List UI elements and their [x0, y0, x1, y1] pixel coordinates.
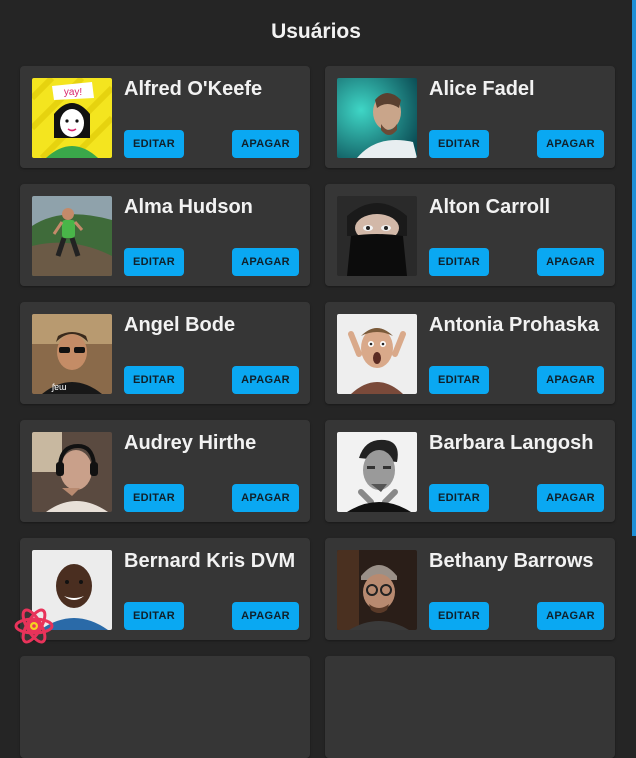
- delete-button[interactable]: APAGAR: [537, 248, 604, 276]
- delete-button[interactable]: APAGAR: [232, 602, 299, 630]
- svg-text:ʃɐɯ: ʃɐɯ: [51, 382, 67, 392]
- edit-button[interactable]: EDITAR: [124, 366, 184, 394]
- user-card: [325, 656, 615, 758]
- user-card: Bernard Kris DVM EDITAR APAGAR: [20, 538, 310, 640]
- user-avatar: [337, 314, 417, 394]
- user-card: Audrey Hirthe EDITAR APAGAR: [20, 420, 310, 522]
- user-card: Barbara Langosh EDITAR APAGAR: [325, 420, 615, 522]
- react-devtools-icon[interactable]: [14, 606, 54, 646]
- user-avatar: [32, 196, 112, 276]
- edit-button[interactable]: EDITAR: [124, 602, 184, 630]
- user-card: Alton Carroll EDITAR APAGAR: [325, 184, 615, 286]
- user-avatar: yay!: [32, 78, 112, 158]
- scrollbar[interactable]: [632, 0, 636, 536]
- user-name: Angel Bode: [124, 314, 236, 336]
- user-name: Alton Carroll: [429, 196, 551, 218]
- user-grid: yay! Alfred O'Keefe EDITAR APAGAR Alice …: [0, 0, 632, 758]
- user-card: Alice Fadel EDITAR APAGAR: [325, 66, 615, 168]
- user-card: yay! Alfred O'Keefe EDITAR APAGAR: [20, 66, 310, 168]
- user-name: Alice Fadel: [429, 78, 535, 100]
- user-name: Bernard Kris DVM: [124, 550, 296, 572]
- user-name: Antonia Prohaska: [429, 314, 600, 336]
- delete-button[interactable]: APAGAR: [537, 130, 604, 158]
- delete-button[interactable]: APAGAR: [537, 484, 604, 512]
- delete-button[interactable]: APAGAR: [537, 602, 604, 630]
- user-avatar: ʃɐɯ: [32, 314, 112, 394]
- edit-button[interactable]: EDITAR: [429, 130, 489, 158]
- delete-button[interactable]: APAGAR: [537, 366, 604, 394]
- delete-button[interactable]: APAGAR: [232, 366, 299, 394]
- user-avatar: [337, 196, 417, 276]
- user-card: Alma Hudson EDITAR APAGAR: [20, 184, 310, 286]
- user-name: Barbara Langosh: [429, 432, 594, 454]
- edit-button[interactable]: EDITAR: [429, 366, 489, 394]
- user-name: Alfred O'Keefe: [124, 78, 263, 100]
- user-name: Alma Hudson: [124, 196, 253, 218]
- edit-button[interactable]: EDITAR: [429, 248, 489, 276]
- delete-button[interactable]: APAGAR: [232, 484, 299, 512]
- edit-button[interactable]: EDITAR: [429, 484, 489, 512]
- user-card: Antonia Prohaska EDITAR APAGAR: [325, 302, 615, 404]
- user-avatar: [337, 78, 417, 158]
- user-name: Audrey Hirthe: [124, 432, 257, 454]
- edit-button[interactable]: EDITAR: [124, 484, 184, 512]
- user-name: Bethany Barrows: [429, 550, 594, 572]
- user-avatar: [32, 432, 112, 512]
- edit-button[interactable]: EDITAR: [124, 130, 184, 158]
- user-card: Bethany Barrows EDITAR APAGAR: [325, 538, 615, 640]
- user-avatar: [337, 432, 417, 512]
- edit-button[interactable]: EDITAR: [124, 248, 184, 276]
- yay-banner-text: yay!: [64, 87, 82, 98]
- user-card: [20, 656, 310, 758]
- user-avatar: [337, 550, 417, 630]
- delete-button[interactable]: APAGAR: [232, 248, 299, 276]
- edit-button[interactable]: EDITAR: [429, 602, 489, 630]
- delete-button[interactable]: APAGAR: [232, 130, 299, 158]
- user-card: ʃɐɯ Angel Bode EDITAR APAGAR: [20, 302, 310, 404]
